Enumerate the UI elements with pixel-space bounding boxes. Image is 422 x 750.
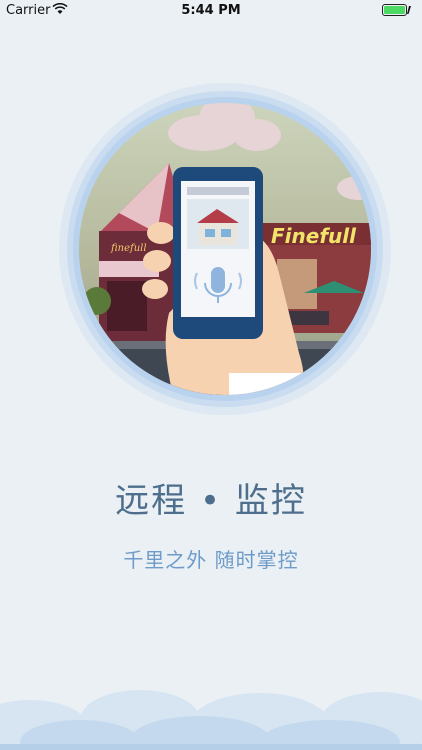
- phone: [173, 167, 263, 339]
- page-subtitle: 千里之外 随时掌控: [123, 548, 299, 572]
- remote-monitor-illustration: finefull Finefull: [59, 83, 391, 415]
- shop-sign-right: Finefull: [271, 224, 357, 248]
- clock: 5:44 PM: [181, 3, 241, 18]
- bottom-clouds: [0, 690, 422, 750]
- battery-icon: [382, 4, 411, 16]
- shop-sign-left: finefull: [110, 243, 147, 254]
- page-title: 远程 • 监控: [115, 481, 307, 521]
- status-bar: Carrier 5:44 PM: [0, 0, 422, 22]
